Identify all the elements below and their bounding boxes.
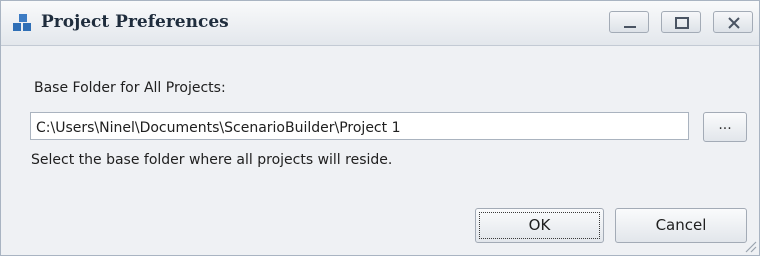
close-button[interactable] xyxy=(713,11,753,33)
minimize-button[interactable] xyxy=(609,11,649,33)
ok-button-label: OK xyxy=(479,212,600,239)
resize-grip-icon[interactable] xyxy=(743,239,757,253)
browse-button[interactable]: ... xyxy=(703,112,747,142)
base-folder-input[interactable] xyxy=(30,112,689,140)
title-bar[interactable]: Project Preferences xyxy=(1,1,759,46)
cancel-button[interactable]: Cancel xyxy=(615,208,747,243)
project-preferences-dialog: Project Preferences Base Folder for All … xyxy=(0,0,760,256)
app-cubes-icon xyxy=(13,14,33,32)
close-icon xyxy=(728,17,740,29)
maximize-icon xyxy=(675,17,689,29)
window-title: Project Preferences xyxy=(41,12,229,32)
base-folder-hint: Select the base folder where all project… xyxy=(31,152,393,168)
base-folder-label: Base Folder for All Projects: xyxy=(34,80,226,96)
maximize-button[interactable] xyxy=(661,11,701,33)
minimize-icon xyxy=(624,26,636,28)
ok-button[interactable]: OK xyxy=(475,208,604,243)
